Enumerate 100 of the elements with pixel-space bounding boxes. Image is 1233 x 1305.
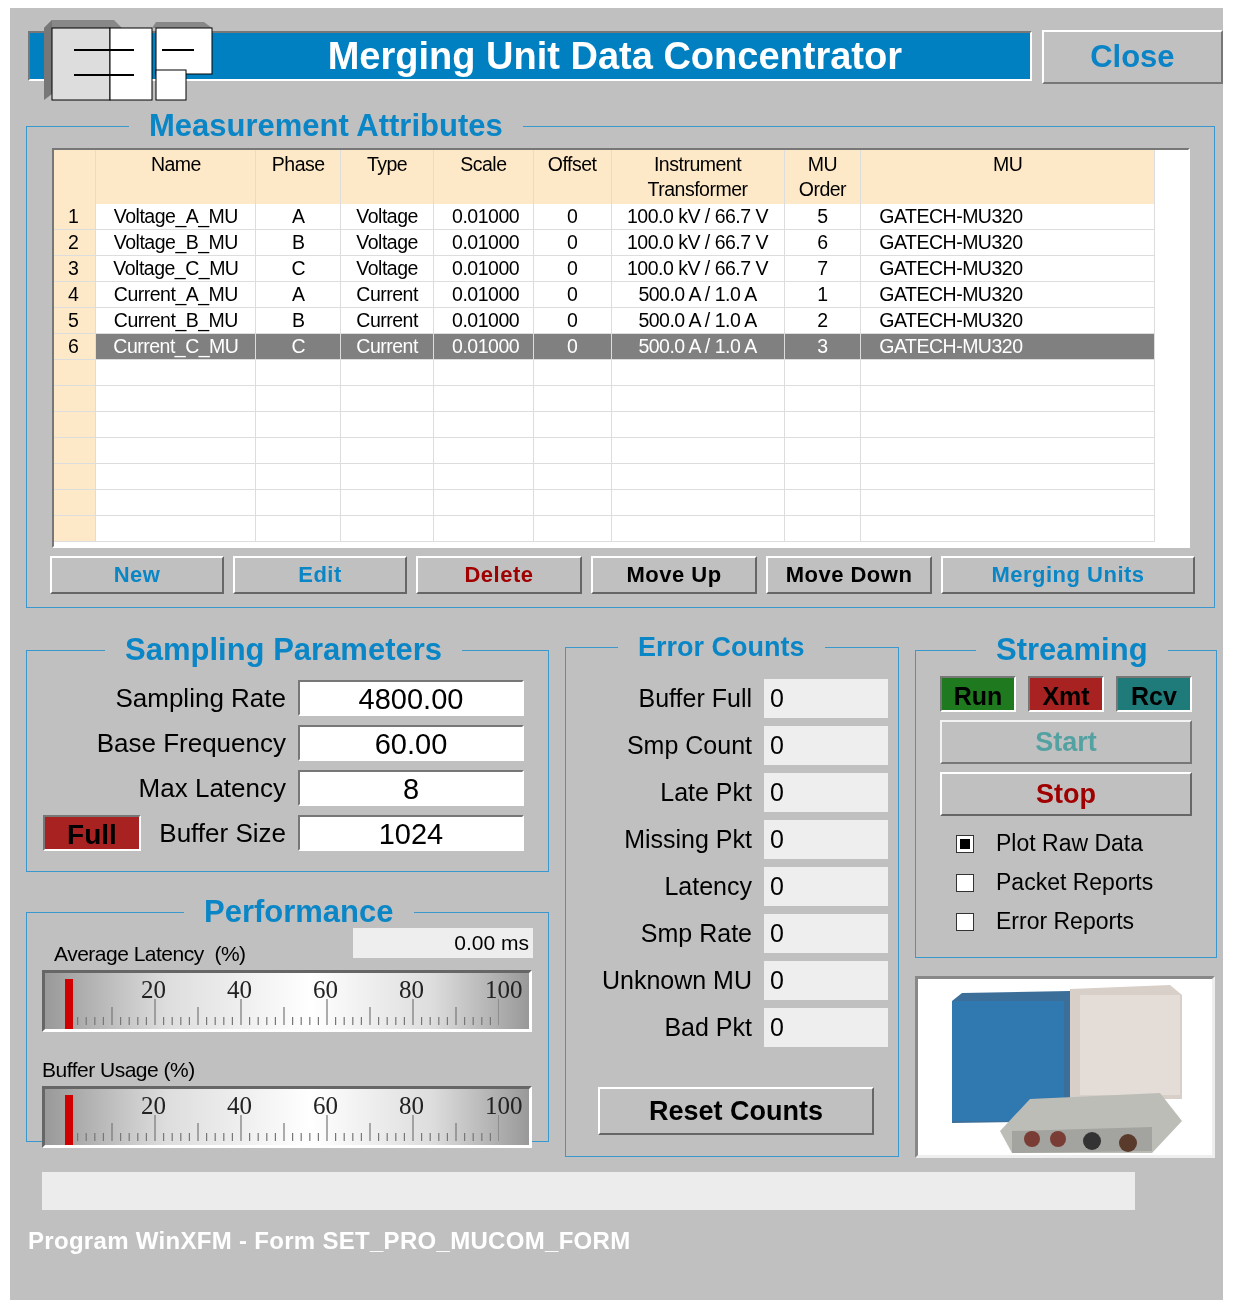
row-number: 6	[54, 333, 96, 360]
window-title: Merging Unit Data Concentrator	[327, 34, 902, 78]
count-label: Smp Rate	[640, 919, 752, 948]
table-row[interactable]: 3 Voltage_C_MU C Voltage 0.01000 0 100.0 kV / 66.7 V 7 GATECH-MU320	[54, 255, 1188, 282]
scale-label: 60	[313, 1092, 338, 1120]
table-cell: 100.0 kV / 66.7 V	[611, 255, 785, 282]
input-field[interactable]: 1024	[298, 815, 524, 851]
count-value: 0	[764, 914, 888, 953]
scale-label: 80	[399, 976, 424, 1004]
column-header: Phase	[255, 150, 341, 204]
count-value: 0	[764, 961, 888, 1000]
checkbox[interactable]	[956, 912, 974, 931]
gauge-label: Average Latency (%)	[54, 942, 246, 966]
table-cell: C	[255, 255, 341, 282]
count-value: 0	[764, 1008, 888, 1047]
table-cell: Current	[340, 307, 434, 334]
table-cell: 0	[533, 333, 611, 360]
count-label: Latency	[664, 872, 752, 901]
footer-text: Program WinXFM - Form SET_PRO_MUCOM_FORM	[28, 1227, 632, 1255]
table-row[interactable]: 4 Current_A_MU A Current 0.01000 0 500.0 A / 1.0 A 1 GATECH-MU320	[54, 281, 1188, 308]
checkbox-label: Plot Raw Data	[996, 830, 1143, 857]
table-cell: Current_A_MU	[95, 281, 256, 308]
count-label: Buffer Full	[638, 684, 752, 713]
panel-title: Sampling Parameters	[124, 632, 444, 668]
column-header: Offset	[533, 150, 611, 204]
count-value: 0	[764, 726, 888, 765]
table-cell: 0.01000	[433, 204, 534, 230]
action-button[interactable]: Move Down	[766, 556, 932, 594]
table-cell: B	[255, 307, 341, 334]
table-cell: Voltage_A_MU	[95, 204, 256, 230]
table-cell: GATECH-MU320	[860, 255, 1155, 282]
count-label: Unknown MU	[601, 966, 752, 995]
table-cell: 0.01000	[433, 333, 534, 360]
reset-button[interactable]: Reset Counts	[598, 1087, 874, 1135]
scale-label: 100	[485, 1092, 523, 1120]
count-label: Late Pkt	[660, 778, 752, 807]
table-cell: 0	[533, 255, 611, 282]
status-indicator: Run	[940, 676, 1016, 712]
panel-title: Error Counts	[637, 632, 806, 663]
input-field[interactable]: 4800.00	[298, 680, 524, 716]
stop-button[interactable]: Stop	[940, 772, 1192, 816]
table-cell: 500.0 A / 1.0 A	[611, 307, 785, 334]
table-cell: GATECH-MU320	[860, 281, 1155, 308]
gauge-label: Buffer Usage (%)	[42, 1058, 195, 1082]
table-row[interactable]: 1 Voltage_A_MU A Voltage 0.01000 0 100.0 kV / 66.7 V 5 GATECH-MU320	[54, 204, 1188, 230]
column-header: MU Order	[784, 150, 861, 204]
column-header: Type	[340, 150, 434, 204]
table-cell: Voltage	[340, 255, 434, 282]
table-cell: A	[255, 204, 341, 230]
table-cell: Voltage_B_MU	[95, 229, 256, 256]
count-value: 0	[764, 867, 888, 906]
table-cell: 0	[533, 229, 611, 256]
field-label: Sampling Rate	[115, 682, 286, 714]
row-number: 2	[54, 229, 96, 256]
input-field[interactable]: 60.00	[298, 725, 524, 761]
table-cell: Current_B_MU	[95, 307, 256, 334]
table-row[interactable]: 2 Voltage_B_MU B Voltage 0.01000 0 100.0 kV / 66.7 V 6 GATECH-MU320	[54, 229, 1188, 256]
action-button[interactable]: Delete	[416, 556, 582, 594]
scale-label: 20	[141, 976, 166, 1004]
table-cell: 500.0 A / 1.0 A	[611, 333, 785, 360]
checkbox-label: Error Reports	[996, 908, 1135, 935]
count-label: Bad Pkt	[664, 1013, 752, 1042]
table-cell: Current	[340, 333, 434, 360]
column-header: Scale	[433, 150, 534, 204]
table-cell: 0	[533, 307, 611, 334]
row-number: 3	[54, 255, 96, 282]
row-number: 1	[54, 204, 96, 230]
table-cell: 0	[533, 204, 611, 230]
field-label: Base Frequency	[96, 727, 286, 759]
action-button[interactable]: Move Up	[591, 556, 757, 594]
table-cell: GATECH-MU320	[860, 307, 1155, 334]
latency-reading: 0.00 ms	[353, 928, 533, 958]
table-cell: B	[255, 229, 341, 256]
table-cell: 2	[784, 307, 861, 334]
field-label: Buffer Size	[159, 817, 286, 849]
status-indicator: Full	[43, 815, 141, 851]
table-cell: 6	[784, 229, 861, 256]
table-cell: Voltage_C_MU	[95, 255, 256, 282]
panel-title: Streaming	[995, 632, 1149, 668]
checkbox[interactable]	[956, 834, 974, 853]
table-cell: 3	[784, 333, 861, 360]
scale-label: 40	[227, 976, 252, 1004]
column-header: Name	[95, 150, 256, 204]
table-cell: 100.0 kV / 66.7 V	[611, 204, 785, 230]
table-row[interactable]: 5 Current_B_MU B Current 0.01000 0 500.0 A / 1.0 A 2 GATECH-MU320	[54, 307, 1188, 334]
count-value: 0	[764, 773, 888, 812]
table-cell: 500.0 A / 1.0 A	[611, 281, 785, 308]
table-cell: 1	[784, 281, 861, 308]
table-row[interactable]: 6 Current_C_MU C Current 0.01000 0 500.0 A / 1.0 A 3 GATECH-MU320	[54, 333, 1188, 360]
count-label: Smp Count	[626, 731, 752, 760]
table-cell: 100.0 kV / 66.7 V	[611, 229, 785, 256]
table-cell: Current	[340, 281, 434, 308]
table-cell: Current_C_MU	[95, 333, 256, 360]
header-cell	[54, 150, 96, 204]
row-number: 4	[54, 281, 96, 308]
panel-title: Measurement Attributes	[148, 108, 504, 144]
checkbox[interactable]	[956, 873, 974, 892]
table-cell: 7	[784, 255, 861, 282]
input-field[interactable]: 8	[298, 770, 524, 806]
field-label: Max Latency	[138, 772, 286, 804]
